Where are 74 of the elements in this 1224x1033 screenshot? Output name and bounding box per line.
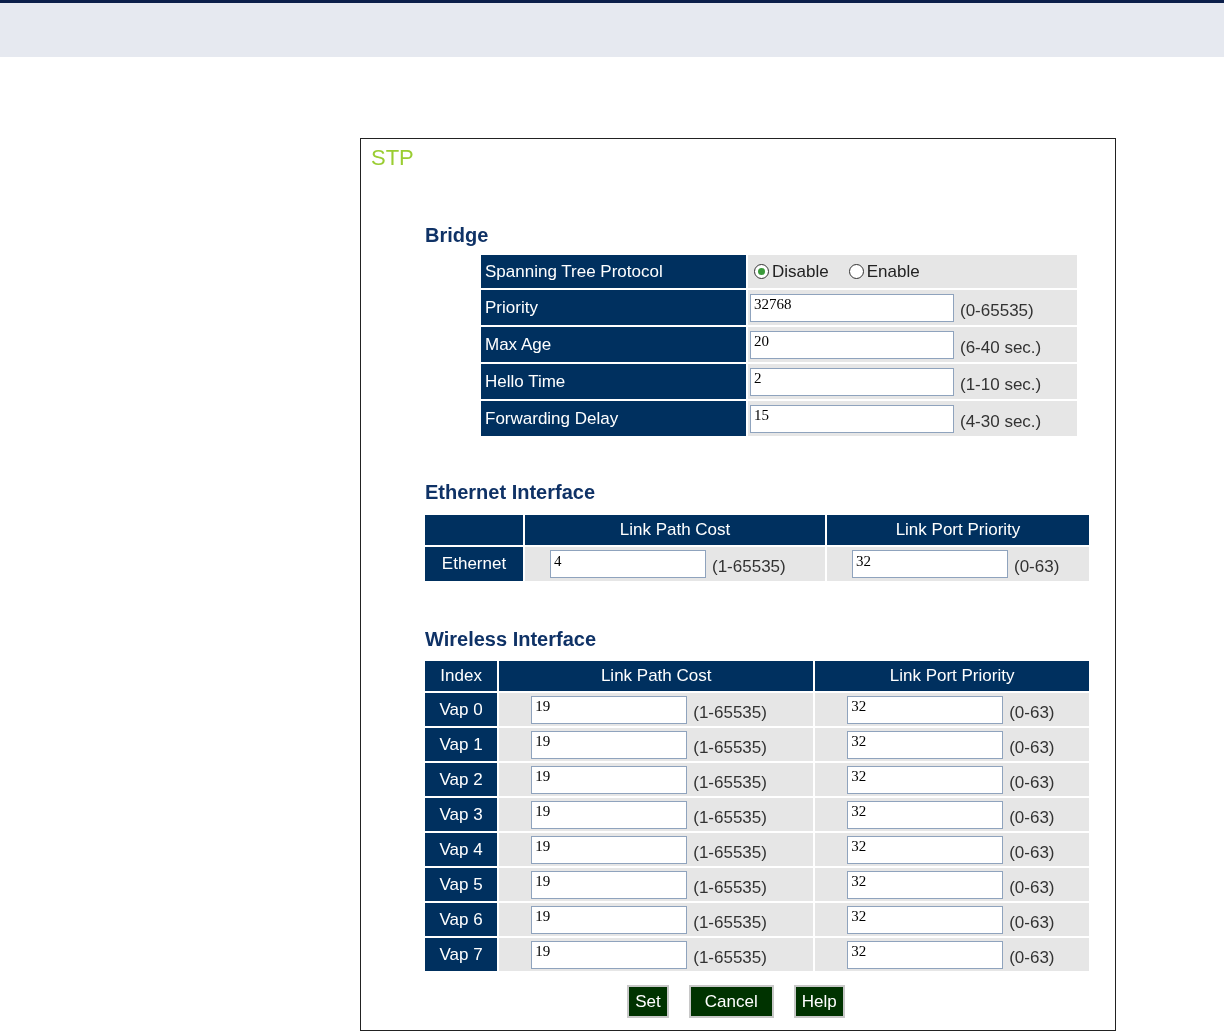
range-hint: (0-63) <box>1009 877 1055 897</box>
column-header: Link Port Priority <box>827 515 1089 545</box>
column-header: Link Path Cost <box>525 515 825 545</box>
range-hint: (1-65535) <box>693 702 767 722</box>
range-hint: (0-63) <box>1009 737 1055 757</box>
text-field[interactable]: 15 <box>750 404 954 433</box>
row-label: Vap 6 <box>425 903 498 936</box>
text-field[interactable]: 32768 <box>750 293 954 322</box>
text-field[interactable]: 32 <box>852 550 1008 578</box>
range-hint: (1-65535) <box>693 947 767 967</box>
text-field[interactable]: 19 <box>531 940 688 969</box>
text-field[interactable]: 19 <box>531 905 688 934</box>
row-label: Vap 2 <box>425 763 498 796</box>
text-field[interactable]: 32 <box>847 940 1004 969</box>
range-hint: (0-65535) <box>960 300 1034 320</box>
section-heading: Bridge <box>425 223 489 247</box>
range-hint: (0-63) <box>1009 912 1055 932</box>
range-hint: (0-63) <box>1009 947 1055 967</box>
text-field[interactable]: 19 <box>531 870 688 899</box>
text-field[interactable]: 32 <box>847 695 1004 724</box>
radio-option[interactable]: Enable <box>848 261 920 282</box>
action-button[interactable]: Help <box>793 985 845 1018</box>
field-label: Max Age <box>481 327 746 362</box>
column-header: Index <box>425 661 498 691</box>
row-label: Vap 0 <box>425 693 498 726</box>
text-field[interactable]: 32 <box>847 765 1004 794</box>
text-field[interactable]: 19 <box>531 835 688 864</box>
text-field[interactable]: 20 <box>750 330 954 359</box>
text-field[interactable]: 4 <box>550 550 706 578</box>
row-label: Vap 7 <box>425 938 498 971</box>
text-field[interactable]: 2 <box>750 367 954 396</box>
range-hint: (0-63) <box>1009 702 1055 722</box>
range-hint: (0-63) <box>1009 772 1055 792</box>
row-label: Vap 5 <box>425 868 498 901</box>
range-hint: (1-10 sec.) <box>960 374 1042 394</box>
row-label: Vap 1 <box>425 728 498 761</box>
radio-option[interactable]: Disable <box>754 261 829 282</box>
action-button[interactable]: Set <box>627 985 669 1018</box>
text-field[interactable]: 19 <box>531 695 688 724</box>
radio-icon[interactable] <box>848 264 864 280</box>
range-hint: (1-65535) <box>693 807 767 827</box>
field-label: Spanning Tree Protocol <box>481 255 746 288</box>
field-label: Hello Time <box>481 364 746 399</box>
section-heading: Ethernet Interface <box>425 480 596 504</box>
text-field[interactable]: 32 <box>847 835 1004 864</box>
page-title: STP <box>371 145 414 171</box>
text-field[interactable]: 19 <box>531 800 688 829</box>
range-hint: (6-40 sec.) <box>960 337 1042 357</box>
range-hint: (1-65535) <box>693 842 767 862</box>
range-hint: (0-63) <box>1014 557 1060 576</box>
row-label: Vap 4 <box>425 833 498 866</box>
range-hint: (0-63) <box>1009 842 1055 862</box>
text-field[interactable]: 32 <box>847 800 1004 829</box>
text-field[interactable]: 32 <box>847 870 1004 899</box>
range-hint: (1-65535) <box>693 772 767 792</box>
section-heading: Wireless Interface <box>425 627 596 651</box>
range-hint: (1-65535) <box>693 737 767 757</box>
row-label: Vap 3 <box>425 798 498 831</box>
range-hint: (1-65535) <box>712 557 786 576</box>
range-hint: (1-65535) <box>693 877 767 897</box>
column-header: Link Path Cost <box>499 661 814 691</box>
text-field[interactable]: 32 <box>847 730 1004 759</box>
row-label: Ethernet <box>425 547 523 581</box>
action-button[interactable]: Cancel <box>688 985 774 1018</box>
field-label: Priority <box>481 290 746 325</box>
range-hint: (4-30 sec.) <box>960 411 1042 431</box>
radio-icon[interactable] <box>754 264 769 280</box>
text-field[interactable]: 32 <box>847 905 1004 934</box>
text-field[interactable]: 19 <box>531 730 688 759</box>
field-label: Forwarding Delay <box>481 401 746 436</box>
range-hint: (0-63) <box>1009 807 1055 827</box>
text-field[interactable]: 19 <box>531 765 688 794</box>
range-hint: (1-65535) <box>693 912 767 932</box>
column-header: Link Port Priority <box>815 661 1089 691</box>
